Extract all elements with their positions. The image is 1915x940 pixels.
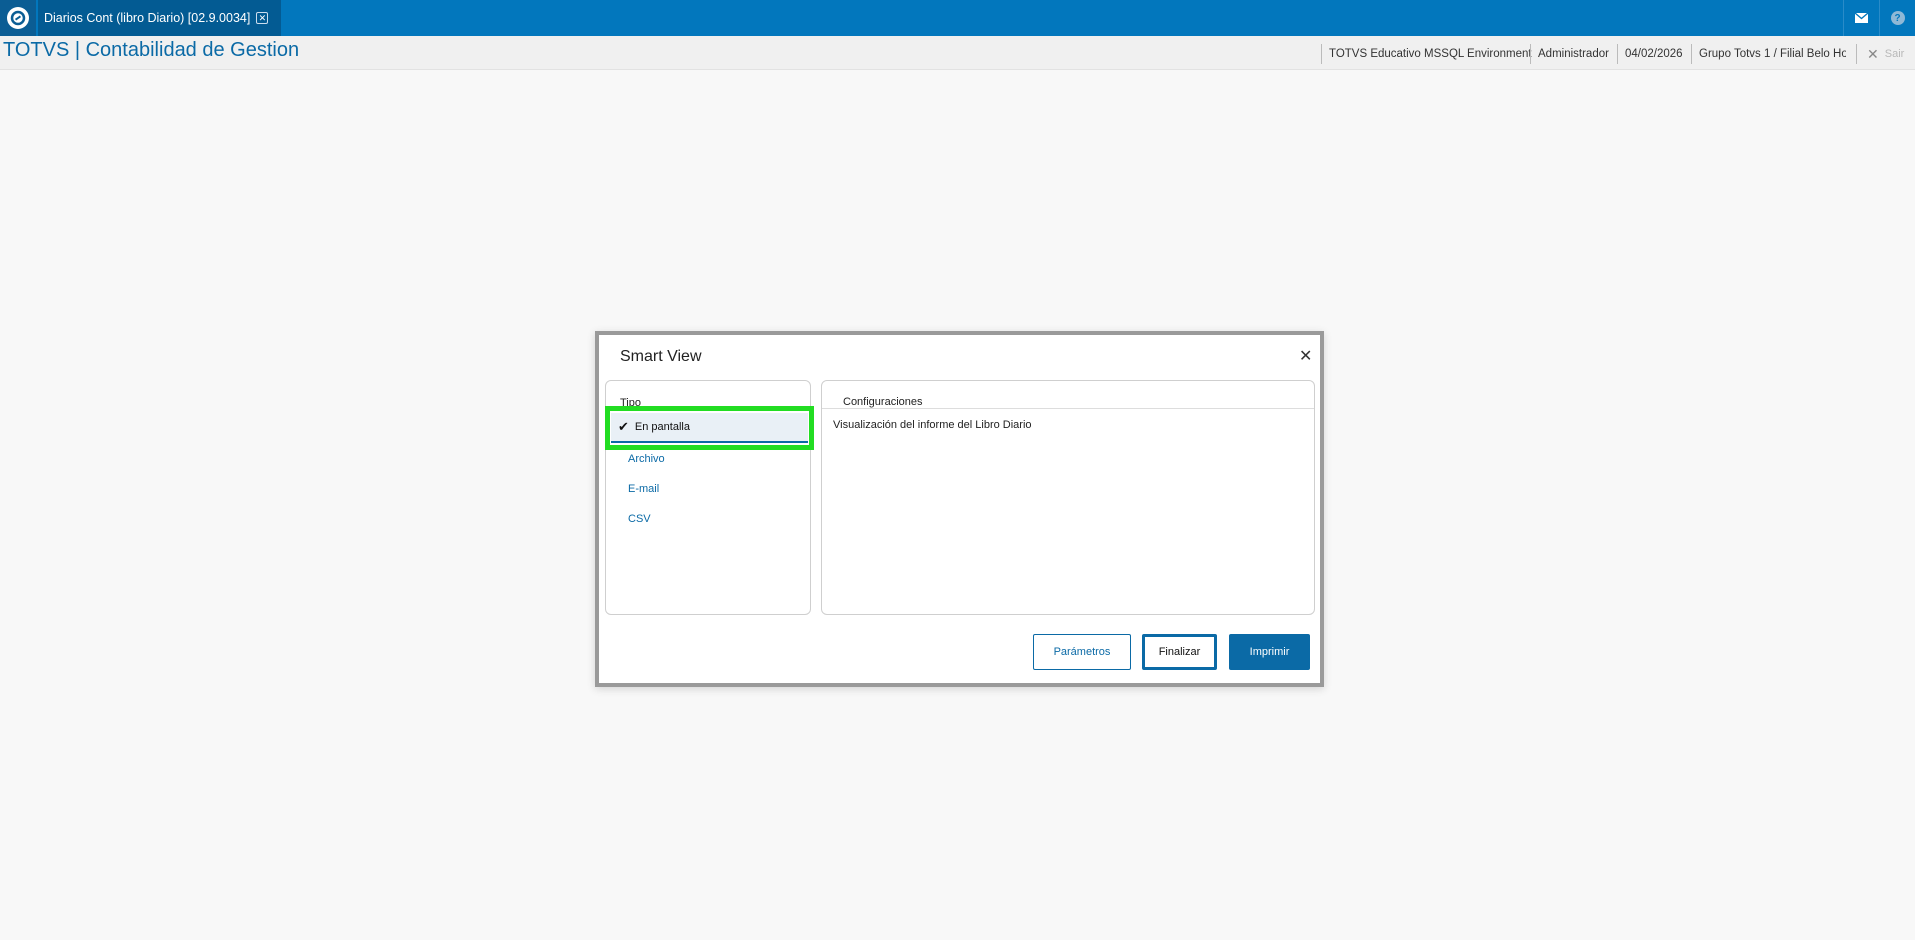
imprimir-button[interactable]: Imprimir (1229, 634, 1310, 670)
logout-button[interactable]: ✕ Sair (1856, 44, 1904, 64)
finalizar-button[interactable]: Finalizar (1142, 634, 1217, 670)
option-email[interactable]: E-mail (628, 483, 659, 495)
option-csv[interactable]: CSV (628, 513, 651, 525)
mail-icon (1855, 13, 1868, 23)
header-bar: TOTVS | Contabilidad de Gestion TOTVS Ed… (0, 36, 1915, 70)
company-label: Grupo Totvs 1 / Filial Belo Hor (1691, 44, 1846, 64)
config-legend: Configuraciones (843, 396, 923, 408)
tab-diarios-cont[interactable]: Diarios Cont (libro Diario) [02.9.0034] … (38, 0, 281, 36)
parametros-label: Parámetros (1053, 646, 1111, 658)
dialog-title: Smart View (620, 348, 702, 365)
config-panel: Configuraciones Visualización del inform… (821, 380, 1315, 615)
environment-label: TOTVS Educativo MSSQL Environment (1321, 44, 1532, 64)
tab-close-icon[interactable]: ✕ (256, 12, 269, 24)
parametros-button[interactable]: Parámetros (1033, 634, 1131, 670)
top-bar: Diarios Cont (libro Diario) [02.9.0034] … (0, 0, 1915, 36)
close-icon[interactable]: ✕ (1299, 346, 1312, 366)
selection-highlight (605, 406, 814, 450)
logout-icon: ✕ (1867, 45, 1879, 62)
option-archivo[interactable]: Archivo (628, 453, 665, 465)
help-button[interactable]: ? (1879, 0, 1915, 36)
config-description: Visualización del informe del Libro Diar… (833, 419, 1032, 431)
logout-label: Sair (1884, 48, 1905, 60)
divider (822, 408, 1314, 409)
totvs-logo-icon[interactable] (0, 0, 36, 36)
app-title: TOTVS | Contabilidad de Gestion (3, 39, 300, 61)
tab-label: Diarios Cont (libro Diario) [02.9.0034] (44, 11, 251, 25)
date-label: 04/02/2026 (1617, 44, 1683, 64)
mail-button[interactable] (1843, 0, 1879, 36)
help-icon: ? (1890, 11, 1905, 25)
smart-view-dialog: Smart View ✕ Tipo ✔ En pantalla Archivo … (595, 331, 1324, 687)
user-label: Administrador (1530, 44, 1609, 64)
